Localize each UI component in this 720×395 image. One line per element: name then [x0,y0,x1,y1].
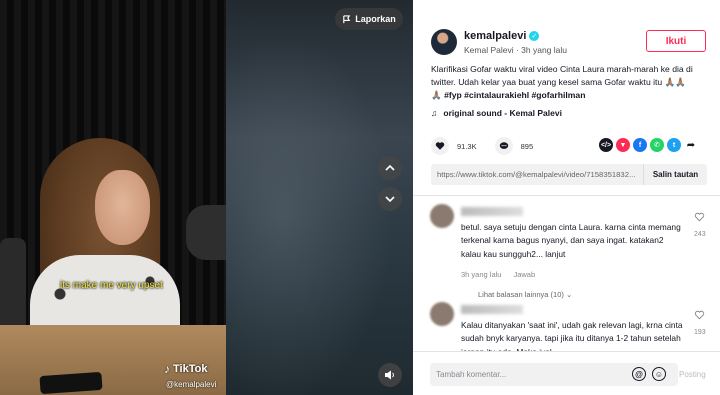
comment-meta: 3h yang lalu Jawab [461,270,535,279]
report-label: Laporkan [355,14,396,24]
comment-like-count: 243 [694,231,706,238]
post-comment-button[interactable]: Posting [679,370,706,379]
verified-badge-icon: ✓ [529,30,540,41]
heart-icon [435,142,445,150]
video-frame [0,0,226,395]
share-link-row: https://www.tiktok.com/@kemalpalevi/vide… [431,164,707,185]
volume-button[interactable] [378,363,402,387]
engagement-stats: 91.3K 895 [431,137,543,155]
commenter-name-redacted[interactable] [461,207,523,216]
music-note-icon: ♫ [431,108,438,118]
view-more-replies[interactable]: Lihat balasan lainnya (10) ⌄ [478,290,572,299]
comment-composer: Tambah komentar... @ ☺ Posting [413,351,720,395]
comment-like-count: 193 [694,329,706,336]
flag-icon [343,14,351,23]
tiktok-watermark: ♪ TikTok [164,362,207,376]
caption-hashtags[interactable]: 🙏🏽 #fyp #cintalaurakiehl #gofarhilman [431,90,585,100]
heart-outline-icon [695,310,705,320]
author-info[interactable]: kemalpalevi ✓ Kemal Palevi · 3h yang lal… [431,29,567,55]
video-person-face [95,170,150,245]
share-link-field[interactable]: https://www.tiktok.com/@kemalpalevi/vide… [431,170,643,179]
tiktok-logo-icon: ♪ [164,362,170,376]
comment-count: 895 [520,141,534,151]
comment-time: 3h yang lalu [461,270,502,279]
whatsapp-icon[interactable]: ✆ [650,138,664,152]
comment-placeholder: Tambah komentar... [436,370,507,379]
author-username[interactable]: kemalpalevi [464,30,526,42]
watermark-brand: TikTok [173,363,208,375]
video-microphone [186,205,226,260]
heart-outline-icon [695,212,705,222]
comment-like[interactable]: 243 [694,212,706,238]
comment-text: betul. saya setuju dengan cinta Laura. k… [461,222,681,259]
speaker-icon [385,370,394,380]
commenter-name-redacted[interactable] [461,305,523,314]
post-side-panel: kemalpalevi ✓ Kemal Palevi · 3h yang lal… [413,0,720,395]
chevron-down-small-icon: ⌄ [566,290,573,299]
report-button[interactable]: Laporkan [335,8,403,30]
facebook-icon[interactable]: f [633,138,647,152]
share-arrow-icon[interactable]: ➦ [684,138,698,152]
view-more-replies-label: Lihat balasan lainnya (10) [478,290,564,299]
share-buttons: </> ▼ f ✆ t ➦ [599,138,698,152]
comment-button[interactable] [494,137,513,155]
comment-input[interactable]: Tambah komentar... @ ☺ [430,363,678,386]
music-link[interactable]: ♫ original sound - Kemal Palevi [431,108,562,118]
commenter-avatar[interactable] [430,204,454,228]
next-video-button[interactable] [378,187,402,211]
video-subtitle: its make me very upset [60,280,163,291]
twitter-icon[interactable]: t [667,138,681,152]
caption-text: Klarifikasi Gofar waktu viral video Cint… [431,64,693,87]
emoji-icon[interactable]: ☺ [652,367,666,381]
previous-video-button[interactable] [378,156,402,180]
post-caption: Klarifikasi Gofar waktu viral video Cint… [431,63,713,102]
comment-text: Kalau ditanyakan 'saat ini', udah gak re… [461,320,683,351]
author-username-row: kemalpalevi ✓ [464,30,567,42]
follow-button[interactable]: Ikuti [646,30,706,52]
reply-button[interactable]: Jawab [513,270,535,279]
music-title[interactable]: original sound - Kemal Palevi [443,108,562,118]
send-icon[interactable]: ▼ [616,138,630,152]
author-text: kemalpalevi ✓ Kemal Palevi · 3h yang lal… [464,30,567,55]
like-count: 91.3K [457,141,477,151]
chevron-up-icon [385,164,395,171]
chevron-down-icon [385,196,395,203]
commenter-avatar[interactable] [430,302,454,326]
embed-icon[interactable]: </> [599,138,613,152]
like-button[interactable] [431,137,449,155]
author-display-name: Kemal Palevi · 3h yang lalu [464,44,568,55]
comment-bubble-icon [499,142,508,149]
composer-icons: @ ☺ [632,367,666,381]
comment-like[interactable]: 193 [694,310,706,336]
comment-list[interactable]: betul. saya setuju dengan cinta Laura. k… [413,196,720,351]
copy-link-button[interactable]: Salin tautan [643,164,707,185]
mention-icon[interactable]: @ [632,367,646,381]
watermark-handle: @kemalpalevi [166,380,217,389]
author-avatar[interactable] [431,29,457,55]
video-player[interactable]: its make me very upset ♪ TikTok @kemalpa… [0,0,413,395]
